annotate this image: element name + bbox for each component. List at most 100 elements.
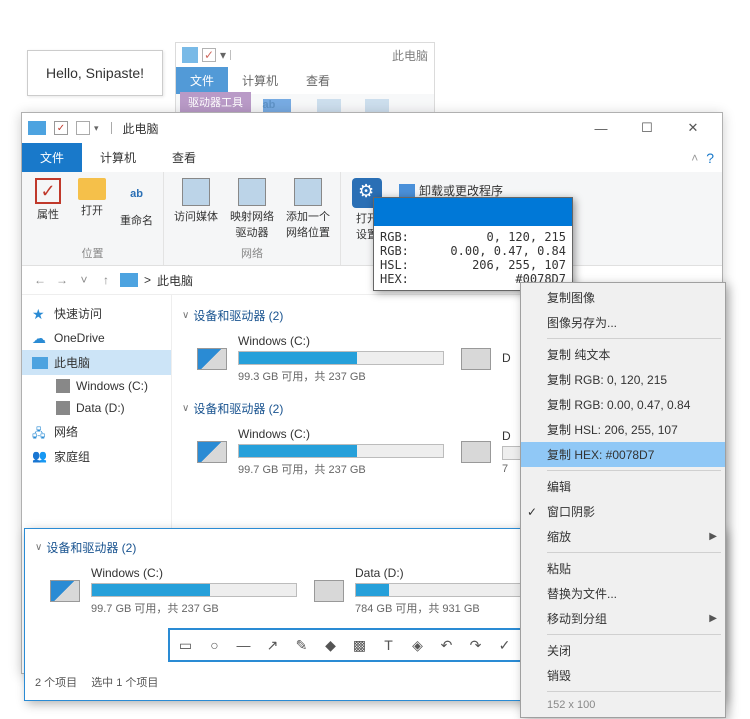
color-picker-tooltip: RGB: 0, 120, 215RGB:0.00, 0.47, 0.84HSL:… xyxy=(373,197,573,291)
tool-button[interactable]: ◆ xyxy=(317,632,345,658)
menu-label: 编辑 xyxy=(547,478,571,495)
menu-dimensions: 152 x 100 xyxy=(521,695,725,715)
collapse-ribbon-icon[interactable]: ˄ xyxy=(691,151,698,165)
tool-button[interactable]: ◈ xyxy=(404,632,432,658)
tool-button[interactable]: ↷ xyxy=(462,632,490,658)
pc-icon xyxy=(120,273,138,287)
sidebar-item[interactable]: 🖧网络 xyxy=(22,419,171,444)
qat-dropdown-icon[interactable]: ▾ xyxy=(94,123,99,134)
minimize-button[interactable]: — xyxy=(578,113,624,143)
drive-icon xyxy=(458,341,494,377)
tool-button[interactable]: ▩ xyxy=(346,632,374,658)
sidebar-item[interactable]: 👥家庭组 xyxy=(22,444,171,469)
drive-icon xyxy=(311,573,347,609)
menu-item[interactable]: 复制 HSL: 206, 255, 107 xyxy=(521,417,725,442)
ribbon-open[interactable]: 打开 xyxy=(72,176,112,220)
separator xyxy=(111,122,117,134)
menu-label: 替换为文件... xyxy=(547,585,617,602)
tool-button[interactable]: ✓ xyxy=(491,632,519,658)
tab-computer[interactable]: 计算机 xyxy=(82,143,154,172)
tab-file[interactable]: 文件 xyxy=(176,67,228,94)
tool-button[interactable]: — xyxy=(230,632,258,658)
sidebar-item[interactable]: Data (D:) xyxy=(22,397,171,419)
sidebar-item[interactable]: ★ 快速访问 xyxy=(22,301,171,326)
drive-item[interactable]: Windows (C:)99.7 GB 可用，共 237 GB xyxy=(47,566,297,616)
tab-file[interactable]: 文件 xyxy=(22,143,82,172)
breadcrumb[interactable]: > 此电脑 xyxy=(120,272,193,289)
drive-item[interactable]: Windows (C:)99.3 GB 可用，共 237 GB xyxy=(194,334,444,384)
close-button[interactable]: ✕ xyxy=(670,113,716,143)
qat-item[interactable] xyxy=(76,121,90,135)
menu-item[interactable]: 移动到分组▶ xyxy=(521,606,725,631)
submenu-arrow-icon: ▶ xyxy=(709,613,717,624)
sidebar-label: Windows (C:) xyxy=(76,379,148,393)
capacity-text: 99.3 GB 可用，共 237 GB xyxy=(238,368,444,384)
sidebar-item[interactable]: ☁OneDrive xyxy=(22,326,171,350)
tool-button[interactable]: T xyxy=(375,632,403,658)
tool-button[interactable]: ○ xyxy=(201,632,229,658)
ribbon-map-drive[interactable]: 映射网络 驱动器 xyxy=(226,176,278,242)
menu-item[interactable]: 关闭 xyxy=(521,638,725,663)
monitor-icon xyxy=(28,121,46,135)
mini-title: 此电脑 xyxy=(392,47,428,64)
path-segment[interactable]: 此电脑 xyxy=(157,272,193,289)
menu-item[interactable]: 复制 HEX: #0078D7 xyxy=(521,442,725,467)
up-button[interactable]: ↑ xyxy=(96,270,116,290)
menu-item[interactable]: 粘贴 xyxy=(521,556,725,581)
path-sep: > xyxy=(144,273,151,287)
color-swatch xyxy=(374,198,572,226)
sidebar-item[interactable]: 此电脑 xyxy=(22,350,171,375)
ribbon-media[interactable]: 访问媒体 xyxy=(170,176,222,226)
qat-checkbox[interactable]: ✓ xyxy=(54,121,68,135)
menu-item[interactable]: 缩放▶ xyxy=(521,524,725,549)
home-icon: 👥 xyxy=(32,449,48,465)
star-icon: ★ xyxy=(32,306,48,322)
ribbon-rename[interactable]: ab重命名 xyxy=(116,176,157,230)
monitor-icon xyxy=(182,47,198,63)
capacity-bar xyxy=(238,351,444,365)
tab-view[interactable]: 查看 xyxy=(292,67,344,94)
menu-label: 复制图像 xyxy=(547,289,595,306)
menu-item[interactable]: 复制 纯文本 xyxy=(521,342,725,367)
menu-item[interactable]: 编辑 xyxy=(521,474,725,499)
status-selected: 选中 1 个项目 xyxy=(91,674,158,690)
tab-view[interactable]: 查看 xyxy=(154,143,214,172)
menu-separator xyxy=(547,552,721,553)
pc-icon xyxy=(32,357,48,369)
ribbon-tabs: 文件 计算机 查看 ˄ ? xyxy=(22,143,722,172)
menu-item[interactable]: ✓窗口阴影 xyxy=(521,499,725,524)
menu-item[interactable]: 图像另存为... xyxy=(521,310,725,335)
ribbon-add-network[interactable]: 添加一个 网络位置 xyxy=(282,176,334,242)
hello-snippet[interactable]: Hello, Snipaste! xyxy=(27,50,163,96)
maximize-button[interactable]: ☐ xyxy=(624,113,670,143)
tool-button[interactable]: ↶ xyxy=(433,632,461,658)
menu-label: 复制 纯文本 xyxy=(547,346,610,363)
rename-icon: ab xyxy=(121,178,153,210)
ribbon-group-label: 位置 xyxy=(28,245,157,263)
menu-item[interactable]: 销毁 xyxy=(521,663,725,688)
back-button[interactable]: ← xyxy=(30,270,50,290)
menu-item[interactable]: 替换为文件... xyxy=(521,581,725,606)
forward-button[interactable]: → xyxy=(52,270,72,290)
sidebar-label: OneDrive xyxy=(54,331,105,345)
titlebar[interactable]: ✓ ▾ 此电脑 — ☐ ✕ xyxy=(22,113,722,143)
ribbon-properties[interactable]: 属性 xyxy=(28,176,68,224)
ribbon-group-label: 网络 xyxy=(170,245,334,263)
capacity-text: 99.7 GB 可用，共 237 GB xyxy=(91,600,297,616)
sidebar-label: 快速访问 xyxy=(54,305,102,322)
tool-button[interactable]: ✎ xyxy=(288,632,316,658)
tool-button[interactable]: ▭ xyxy=(172,632,200,658)
menu-item[interactable]: 复制 RGB: 0, 120, 215 xyxy=(521,367,725,392)
tab-computer[interactable]: 计算机 xyxy=(228,67,292,94)
sidebar-item[interactable]: Windows (C:) xyxy=(22,375,171,397)
help-icon[interactable]: ? xyxy=(706,150,714,166)
menu-item[interactable]: 复制图像 xyxy=(521,285,725,310)
capacity-bar xyxy=(238,444,444,458)
properties-icon xyxy=(35,178,61,204)
drive-item[interactable]: Windows (C:)99.7 GB 可用，共 237 GB xyxy=(194,427,444,477)
history-dropdown[interactable]: ˅ xyxy=(74,270,94,290)
drive-icon xyxy=(47,573,83,609)
menu-item[interactable]: 复制 RGB: 0.00, 0.47, 0.84 xyxy=(521,392,725,417)
tool-button[interactable]: ↗ xyxy=(259,632,287,658)
menu-label: 销毁 xyxy=(547,667,571,684)
